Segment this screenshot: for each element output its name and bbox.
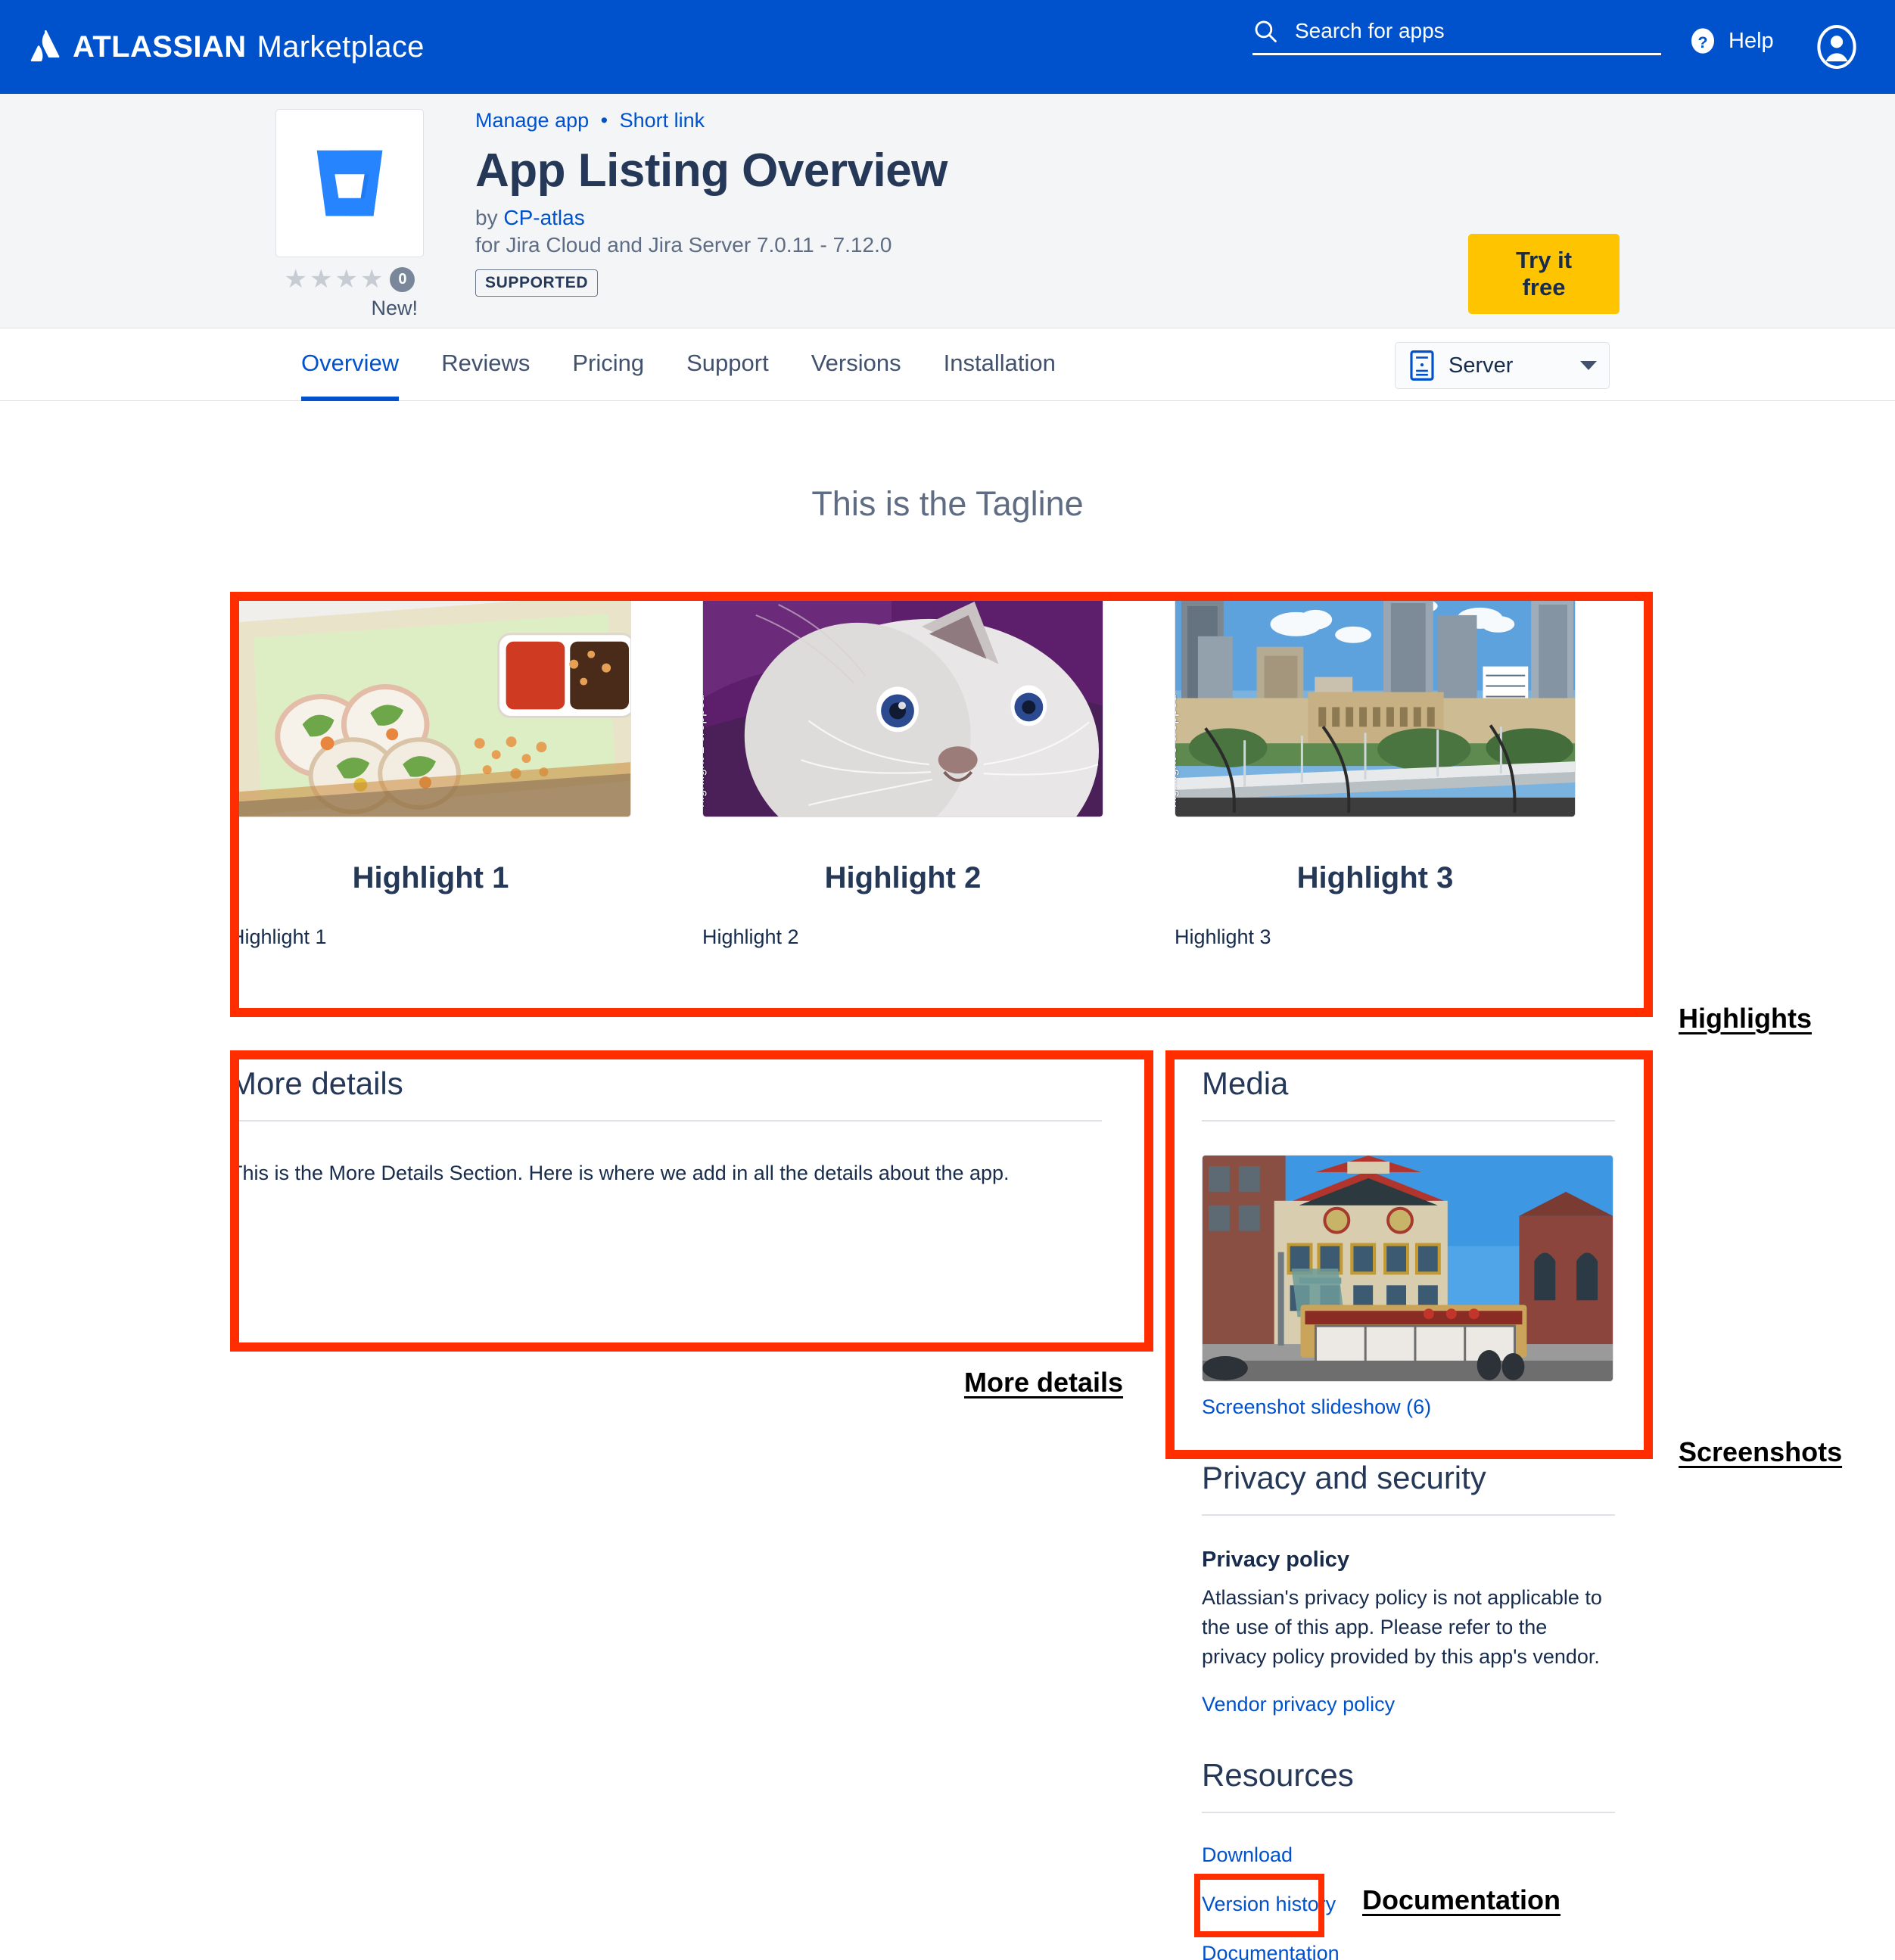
try-it-free-button[interactable]: Try it free: [1468, 234, 1620, 314]
tab-pricing[interactable]: Pricing: [551, 328, 665, 401]
hosting-selected-value: Server: [1448, 353, 1514, 378]
by-prefix: by: [475, 205, 498, 229]
sushi-photo: [231, 593, 630, 817]
media-thumbnail[interactable]: [1202, 1155, 1613, 1382]
tab-support[interactable]: Support: [665, 328, 790, 401]
search-input[interactable]: [1295, 19, 1628, 43]
brand-name-secondary: Marketplace: [257, 30, 425, 64]
app-metadata: Manage app • Short link App Listing Over…: [475, 109, 948, 297]
highlight-image-2[interactable]: highlight 2 cropped: [702, 592, 1103, 817]
search-box[interactable]: [1252, 18, 1661, 55]
help-button[interactable]: ? Help: [1688, 26, 1774, 56]
cat-photo: [703, 593, 1103, 817]
star-icon: ★: [284, 265, 308, 294]
star-icon: ★: [310, 265, 333, 294]
right-sidebar: Media Screenshot slideshow (6) Privacy a…: [1202, 1066, 1615, 1960]
highlight-title: Highlight 2: [824, 861, 982, 894]
tab-reviews[interactable]: Reviews: [420, 328, 551, 401]
atlassian-marketplace-logo[interactable]: ATLASSIAN Marketplace: [29, 30, 425, 64]
highlight-image-3[interactable]: highlight 3 cropped: [1175, 592, 1576, 817]
manage-app-link[interactable]: Manage app: [475, 109, 589, 132]
question-circle-icon: ?: [1691, 28, 1714, 54]
image-watermark: highlight 2 cropped: [702, 694, 707, 807]
user-avatar[interactable]: [1816, 24, 1857, 73]
brand-name-primary: ATLASSIAN: [73, 30, 247, 64]
highlight-description: Highlight 1: [230, 926, 327, 948]
svg-text:?: ?: [1697, 33, 1707, 51]
app-tagline: This is the Tagline: [811, 484, 1084, 523]
highlight-description: Highlight 2: [702, 926, 799, 948]
highlight-item: highlight 1 cropped Highlight 1 Highligh…: [230, 592, 702, 1016]
help-label: Help: [1729, 28, 1774, 53]
new-label: New!: [371, 297, 418, 319]
tab-versions[interactable]: Versions: [790, 328, 923, 401]
manage-links-row: Manage app • Short link: [475, 109, 948, 132]
vendor-link[interactable]: CP-atlas: [503, 206, 584, 229]
privacy-policy-subheading: Privacy policy: [1202, 1548, 1350, 1572]
image-watermark: highlight 3 cropped: [1175, 694, 1179, 807]
tab-installation[interactable]: Installation: [923, 328, 1077, 401]
highlights-section: highlight 1 cropped Highlight 1 Highligh…: [230, 592, 1653, 1016]
documentation-link[interactable]: Documentation: [1202, 1942, 1340, 1960]
more-details-body: This is the More Details Section. Here i…: [230, 1162, 1010, 1184]
highlight-title: Highlight 3: [1296, 861, 1454, 894]
media-heading: Media: [1202, 1066, 1615, 1122]
app-icon-column: ★ ★ ★ ★ 0 New!: [275, 109, 424, 320]
highlight-title: Highlight 1: [352, 861, 509, 894]
atlassian-logo-icon: [30, 30, 60, 62]
rating-stars: ★ ★ ★ ★ 0: [275, 266, 424, 292]
app-header-banner: ★ ★ ★ ★ 0 New! Manage app • Short link A…: [0, 94, 1895, 356]
screenshot-slideshow-link[interactable]: Screenshot slideshow (6): [1202, 1395, 1615, 1419]
annotation-label-highlights: Highlights: [1679, 1003, 1812, 1034]
server-document-icon: [1410, 350, 1434, 381]
status-badge: SUPPORTED: [475, 269, 599, 297]
more-details-heading: More details: [230, 1066, 1102, 1122]
compatibility-line: for Jira Cloud and Jira Server 7.0.11 - …: [475, 232, 892, 257]
highlight-item: highlight 3 cropped Highlight 3 Highligh…: [1175, 592, 1647, 1016]
city-skyline-photo: [1175, 593, 1575, 817]
tab-list: Overview Reviews Pricing Support Version…: [280, 328, 1077, 401]
privacy-heading: Privacy and security: [1202, 1460, 1615, 1516]
more-details-section: More details This is the More Details Se…: [230, 1066, 1102, 1346]
highlight-description: Highlight 3: [1175, 926, 1271, 948]
star-icon: ★: [359, 265, 384, 294]
tab-overview[interactable]: Overview: [280, 328, 420, 401]
resources-heading: Resources: [1202, 1757, 1615, 1814]
highlight-image-1[interactable]: highlight 1 cropped: [230, 592, 631, 817]
hosting-select[interactable]: Server: [1395, 342, 1610, 389]
download-link[interactable]: Download: [1202, 1843, 1293, 1867]
link-separator: •: [600, 109, 608, 132]
highlight-item: highlight 2 cropped Highlight 2 Highligh…: [702, 592, 1175, 1016]
app-nav-tabs: Overview Reviews Pricing Support Version…: [0, 328, 1895, 401]
chevron-down-icon: [1580, 361, 1597, 370]
vendor-line: by CP-atlas: [475, 206, 948, 230]
search-icon: [1255, 20, 1277, 42]
short-link[interactable]: Short link: [620, 109, 705, 132]
media-section: Media Screenshot slideshow (6): [1202, 1066, 1615, 1419]
vendor-privacy-policy-link[interactable]: Vendor privacy policy: [1202, 1693, 1395, 1716]
version-history-link[interactable]: Version history: [1202, 1893, 1336, 1916]
annotation-label-more-details: More details: [964, 1367, 1124, 1398]
annotation-label-screenshots: Screenshots: [1679, 1436, 1843, 1467]
privacy-policy-text: Atlassian's privacy policy is not applic…: [1202, 1586, 1602, 1669]
global-header: ATLASSIAN Marketplace ? Help: [0, 0, 1895, 94]
app-icon: [275, 109, 424, 257]
page-title: App Listing Overview: [475, 145, 948, 197]
app-listing-page: ATLASSIAN Marketplace ? Help: [0, 0, 1895, 1960]
image-watermark: highlight 1 cropped: [230, 694, 235, 807]
star-icon: ★: [335, 265, 358, 294]
user-avatar-icon: [1817, 24, 1856, 70]
privacy-section: Privacy and security Privacy policy Atla…: [1202, 1460, 1615, 1716]
resources-section: Resources Download Version history Docum…: [1202, 1757, 1615, 1960]
annotation-label-documentation: Documentation: [1362, 1884, 1561, 1915]
rating-count-badge: 0: [390, 266, 415, 292]
jira-bucket-icon: [316, 150, 383, 216]
chinatown-photo: [1203, 1156, 1613, 1381]
